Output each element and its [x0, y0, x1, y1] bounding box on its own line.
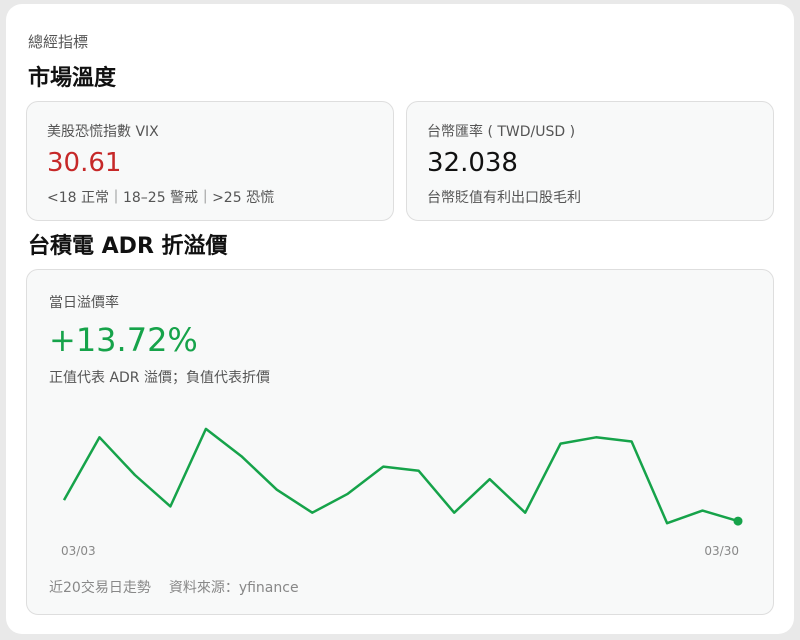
fx-label: 台幣匯率 ( TWD/USD )	[427, 124, 576, 140]
x-axis-start-label: 03/03	[61, 544, 96, 558]
adr-card: 當日溢價率 +13.72% 正值代表 ADR 溢價；負值代表折價 03/03 0…	[26, 269, 774, 615]
fx-value: 32.038	[427, 148, 518, 178]
vix-value: 30.61	[47, 148, 122, 178]
chart-footer: 近20交易日走勢 資料來源：yfinance	[49, 577, 299, 597]
latest-data-point	[733, 516, 743, 526]
adr-premium-line	[62, 427, 739, 525]
adr-section-title: 台積電 ADR 折溢價	[28, 234, 228, 259]
vix-card: 美股恐慌指數 VIX 30.61 <18 正常｜18–25 警戒｜>25 恐慌	[26, 101, 394, 221]
x-axis-end-label: 03/30	[704, 544, 739, 558]
fx-card: 台幣匯率 ( TWD/USD ) 32.038 台幣貶值有利出口股毛利	[406, 101, 774, 221]
trend-period-label: 近20交易日走勢	[49, 580, 151, 596]
data-source-label: 資料來源：yfinance	[168, 580, 299, 596]
vix-label: 美股恐慌指數 VIX	[47, 124, 159, 140]
fx-note: 台幣貶值有利出口股毛利	[427, 190, 581, 206]
vix-thresholds: <18 正常｜18–25 警戒｜>25 恐慌	[47, 190, 275, 206]
macro-panel: 總經指標 市場溫度 美股恐慌指數 VIX 30.61 <18 正常｜18–25 …	[6, 4, 794, 634]
adr-trend-chart	[62, 427, 743, 526]
section-eyebrow: 總經指標	[28, 33, 89, 51]
market-temperature-title: 市場溫度	[28, 66, 117, 91]
